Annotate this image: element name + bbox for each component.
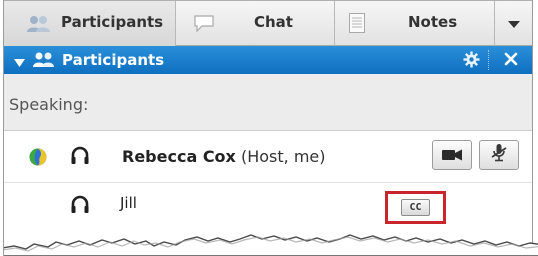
tab-participants[interactable]: Participants <box>4 1 176 46</box>
tab-bar: Participants Chat Notes <box>4 0 532 46</box>
speaking-section: Speaking: <box>4 74 532 131</box>
tab-chat[interactable]: Chat <box>176 1 335 46</box>
participants-icon <box>26 15 52 37</box>
participant-name-text: Rebecca Cox <box>122 147 236 166</box>
headset-icon <box>70 146 90 170</box>
speaking-label: Speaking: <box>9 95 89 114</box>
globe-icon <box>29 148 47 170</box>
panel-title: Participants <box>62 51 165 69</box>
participant-role: (Host, me) <box>240 147 326 166</box>
video-camera-icon <box>442 146 462 165</box>
participants-panel-window: Participants Chat Notes Participants Spe… <box>3 0 538 256</box>
participants-icon <box>32 52 56 72</box>
torn-edge-decoration <box>4 234 538 256</box>
tab-menu-button[interactable] <box>495 1 532 46</box>
video-button[interactable] <box>432 140 472 170</box>
headset-icon <box>70 195 90 219</box>
participant-name: Rebecca Cox (Host, me) <box>122 147 325 166</box>
panel-header: Participants <box>4 46 532 74</box>
closed-caption-button[interactable]: CC <box>401 199 430 216</box>
participant-row[interactable]: Rebecca Cox (Host, me) <box>4 131 532 183</box>
participant-row[interactable]: Jill CC <box>4 183 532 227</box>
microphone-muted-icon <box>490 143 508 167</box>
tab-label: Chat <box>254 13 293 31</box>
chat-bubble-icon <box>193 14 215 37</box>
gear-icon[interactable] <box>463 51 480 72</box>
mute-microphone-button[interactable] <box>479 140 519 170</box>
close-icon[interactable] <box>504 52 518 70</box>
header-divider <box>488 50 490 70</box>
triangle-down-icon[interactable] <box>14 54 25 72</box>
tab-label: Notes <box>408 13 458 31</box>
notes-icon <box>348 12 366 38</box>
tab-notes[interactable]: Notes <box>335 1 495 46</box>
participant-name: Jill <box>120 194 137 212</box>
chevron-down-icon <box>507 15 520 33</box>
tab-label: Participants <box>61 13 164 31</box>
